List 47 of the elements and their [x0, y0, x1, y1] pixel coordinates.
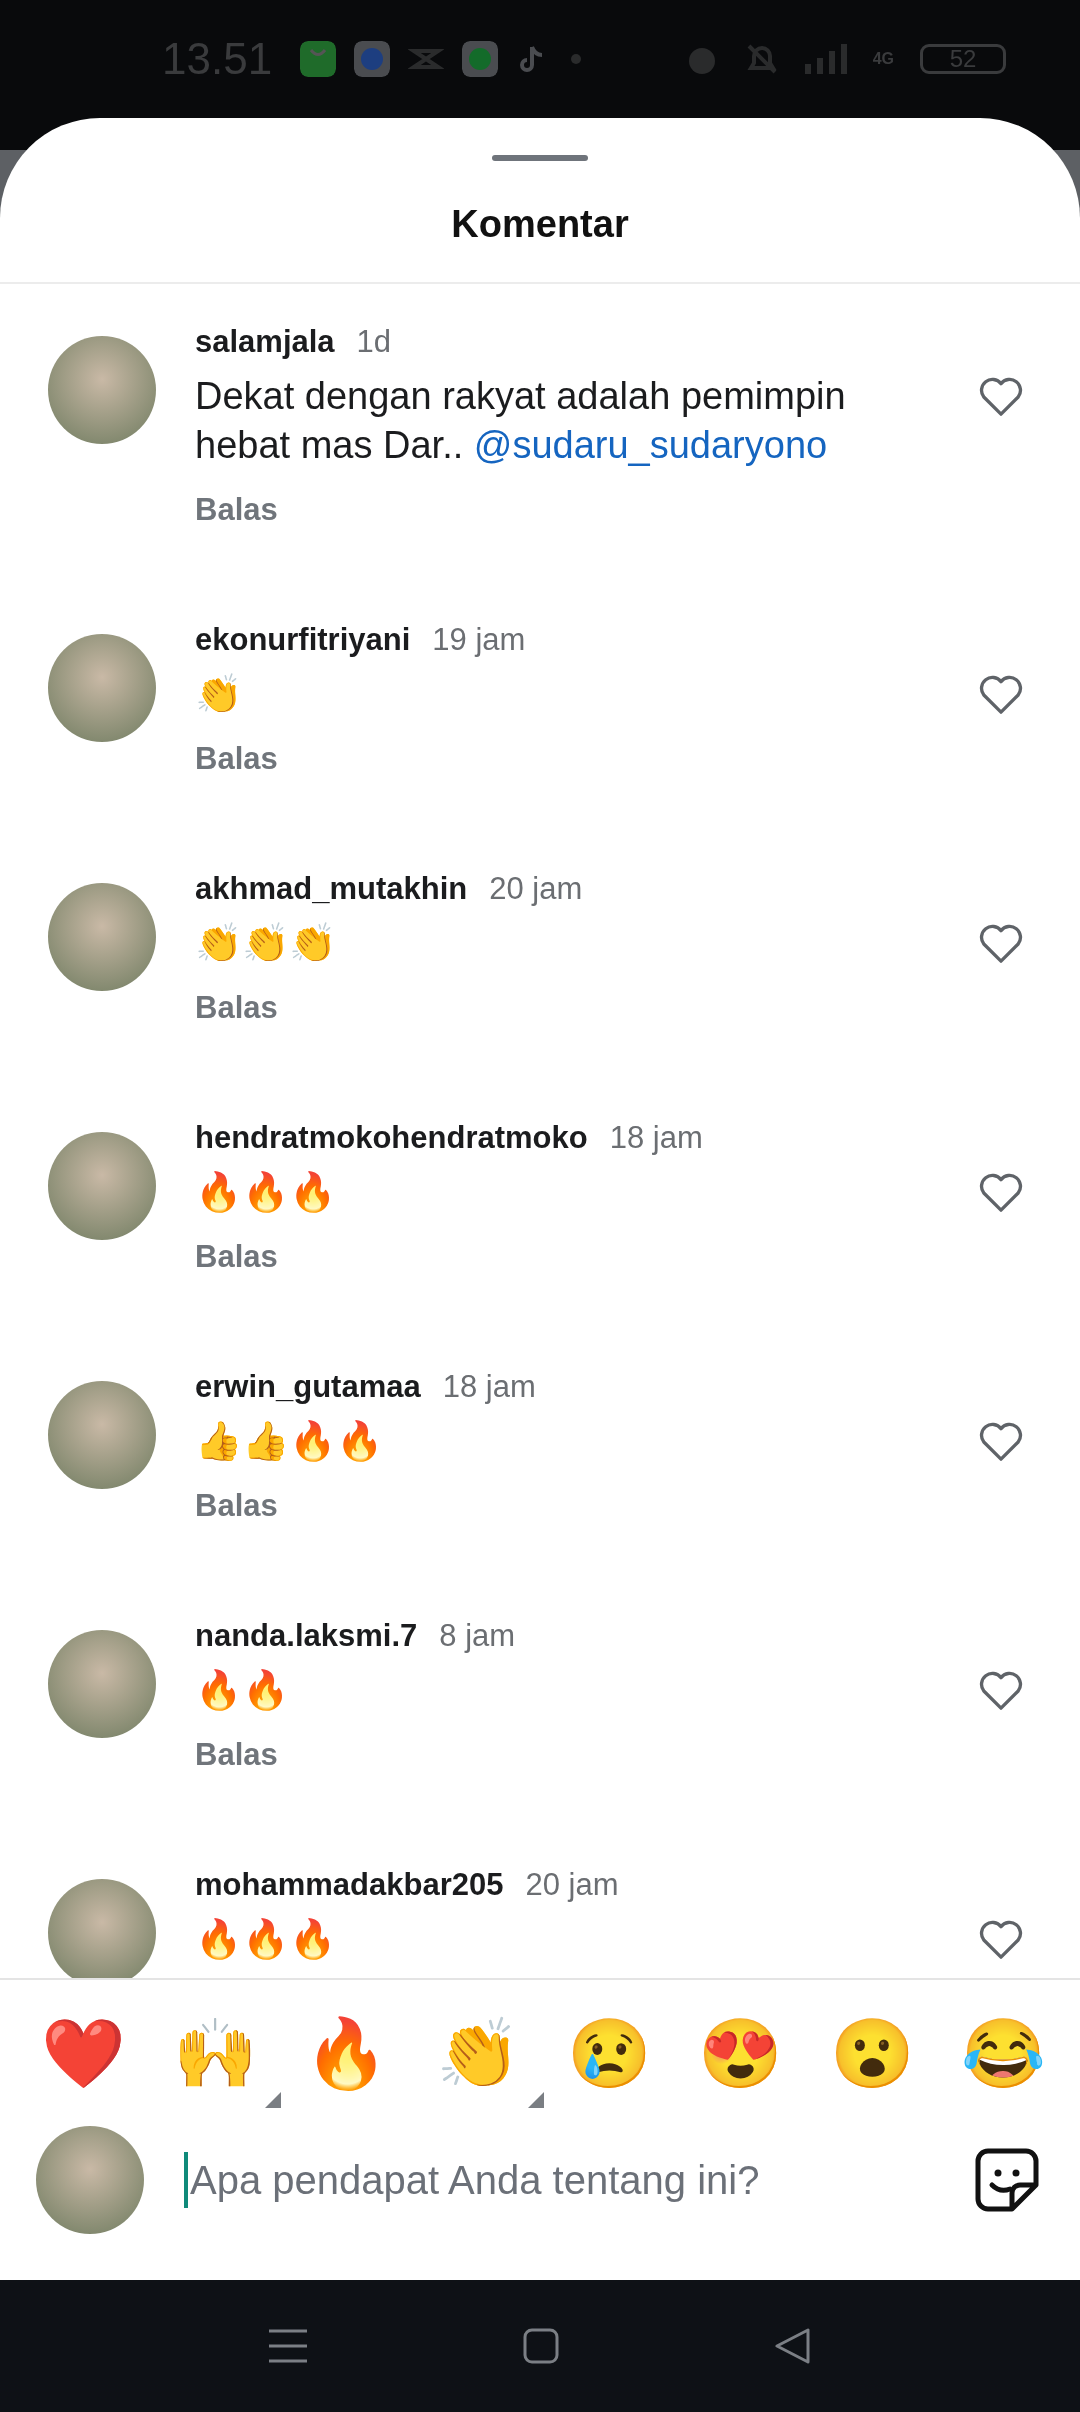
- comment-text: 🔥🔥🔥: [195, 1917, 337, 1962]
- dot-icon: [570, 53, 583, 65]
- heart-icon[interactable]: [978, 1670, 1024, 1712]
- reply-button[interactable]: Balas: [195, 1239, 278, 1275]
- heart-icon[interactable]: [978, 1421, 1024, 1463]
- reaction-emoji[interactable]: 🔥: [298, 2006, 395, 2102]
- sheet-title: Komentar: [451, 203, 629, 246]
- comment-input-field[interactable]: Apa pendapat Anda tentang ini?: [184, 2152, 934, 2208]
- drag-handle[interactable]: [492, 155, 588, 161]
- comment-time: 19 jam: [432, 621, 526, 659]
- sticker-icon[interactable]: [974, 2147, 1040, 2213]
- reply-button[interactable]: Balas: [195, 1488, 278, 1524]
- comment-time: 8 jam: [439, 1617, 516, 1655]
- home-icon[interactable]: [523, 2328, 559, 2364]
- username[interactable]: mohammadakbar205: [195, 1863, 504, 1907]
- username[interactable]: hendratmokohendratmoko: [195, 1116, 588, 1160]
- username[interactable]: nanda.laksmi.7: [195, 1614, 418, 1658]
- heart-icon[interactable]: [978, 1919, 1024, 1961]
- reply-button[interactable]: Balas: [195, 492, 278, 528]
- reaction-emoji[interactable]: ❤: [36, 2006, 132, 2102]
- comment-text: 👍👍🔥🔥: [195, 1419, 384, 1464]
- back-icon[interactable]: [775, 2328, 811, 2364]
- heart-icon[interactable]: [978, 376, 1024, 418]
- username[interactable]: akhmad_mutakhin: [195, 867, 468, 911]
- username[interactable]: salamjala: [195, 320, 335, 364]
- comment-text: 🔥🔥🔥: [195, 1170, 337, 1215]
- comment-time: 1d: [356, 323, 392, 361]
- signal-icon: [804, 44, 847, 74]
- username[interactable]: ekonurfitriyani: [195, 618, 411, 662]
- heart-icon[interactable]: [978, 674, 1024, 716]
- comment-time: 20 jam: [525, 1866, 619, 1904]
- reply-button[interactable]: Balas: [195, 990, 278, 1026]
- comment-text: 🔥🔥: [195, 1668, 290, 1713]
- heart-icon[interactable]: [978, 1172, 1024, 1214]
- username[interactable]: erwin_gutamaa: [195, 1365, 421, 1409]
- comment-text: 👏👏👏: [195, 921, 337, 966]
- comment-time: 18 jam: [609, 1119, 703, 1157]
- comment-time: 18 jam: [442, 1368, 536, 1406]
- reply-button[interactable]: Balas: [195, 741, 278, 777]
- mention-link[interactable]: @sudaru_sudaryono: [473, 424, 828, 466]
- menu-icon[interactable]: [269, 2328, 307, 2364]
- heart-icon[interactable]: [978, 923, 1024, 965]
- comment-text: Dekat dengan rakyat adalah pemimpin hebat mas Dar.. @sudaru_sudaryono: [195, 374, 847, 468]
- comment-time: 20 jam: [489, 870, 583, 908]
- shopping-bag-icon: [300, 41, 337, 77]
- comment-text: 👏: [195, 672, 243, 717]
- reply-button[interactable]: Balas: [195, 1737, 278, 1773]
